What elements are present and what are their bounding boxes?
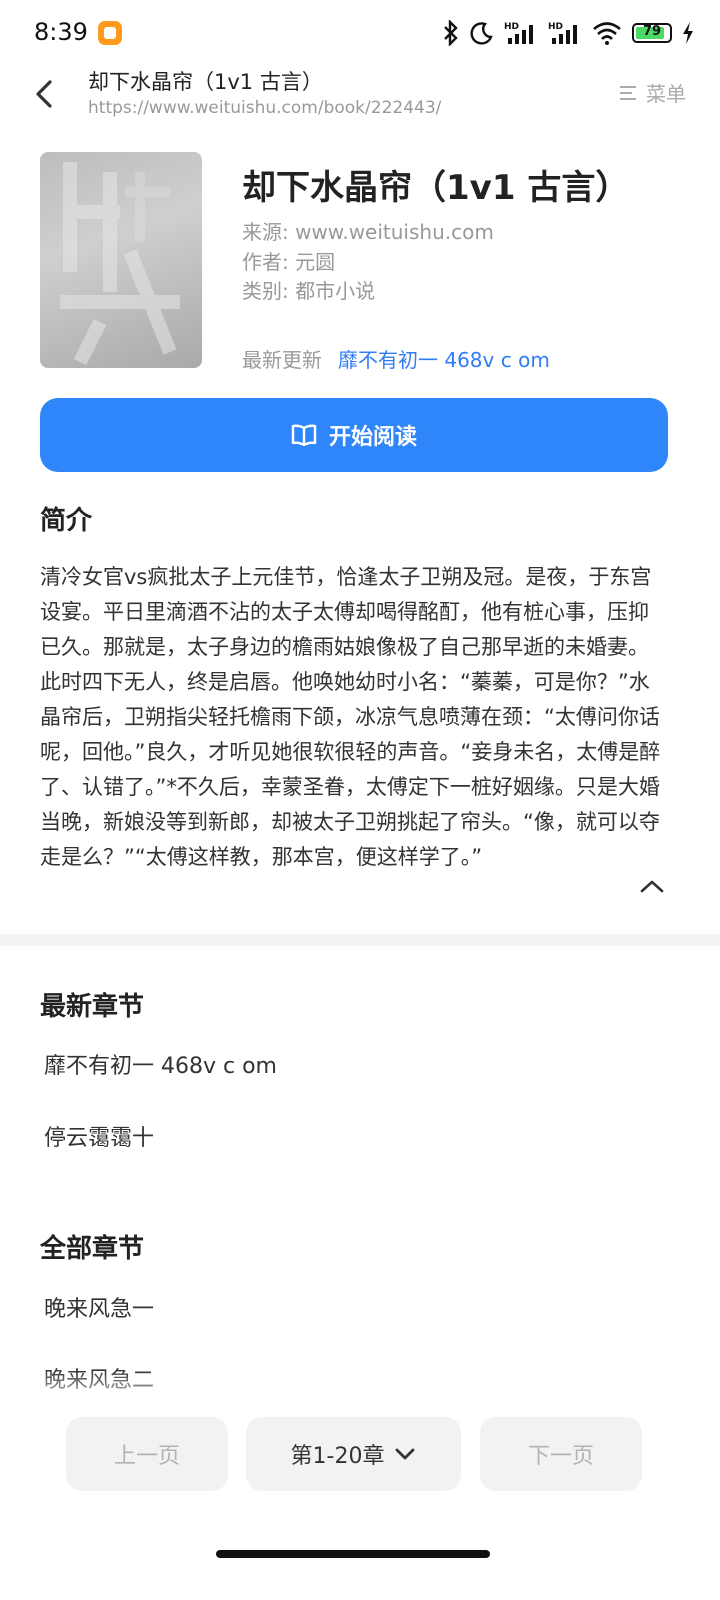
status-icons: HD HD 79: [442, 18, 694, 48]
chevron-down-icon: [396, 1448, 415, 1460]
synopsis-heading: 简介: [40, 506, 93, 536]
cover-art: [60, 162, 180, 366]
book-source: 来源: www.weituishu.com: [242, 220, 494, 244]
signal-hd-icon: HD: [504, 22, 533, 44]
book-author: 作者: 元圆: [242, 250, 336, 274]
book-category: 类别: 都市小说: [242, 279, 376, 303]
book-cover-image[interactable]: [40, 152, 202, 368]
svg-text:HD: HD: [548, 22, 563, 32]
battery-level: 79: [642, 24, 662, 39]
bluetooth-icon: [444, 20, 458, 46]
signal-hd-icon: HD: [548, 22, 577, 44]
latest-update-label: 最新更新: [242, 348, 322, 372]
status-bar: 8:39 HD HD 79: [0, 0, 720, 68]
latest-chapters-heading: 最新章节: [40, 992, 145, 1022]
menu-icon: [620, 85, 636, 100]
battery-icon: 79: [632, 23, 672, 43]
menu-label: 菜单: [646, 82, 686, 106]
chapter-item[interactable]: 晚来风急一: [44, 1291, 154, 1323]
charging-icon: [683, 22, 693, 44]
latest-chapter-item[interactable]: 停云霭霭十: [44, 1120, 154, 1152]
chevron-up-icon[interactable]: [638, 876, 666, 896]
wifi-icon: [593, 22, 621, 45]
start-reading-label: 开始阅读: [328, 425, 417, 450]
header-title: 却下水晶帘（1v1 古言）: [88, 70, 323, 94]
top-bar: 却下水晶帘（1v1 古言） https://www.weituishu.com/…: [0, 60, 720, 130]
latest-update-link[interactable]: 靡不有初一 468v c om: [338, 344, 550, 373]
start-reading-button[interactable]: 开始阅读: [40, 398, 668, 472]
chapter-range-label: 第1-20章: [290, 1444, 385, 1469]
latest-chapter-item[interactable]: 靡不有初一 468v c om: [44, 1048, 277, 1080]
status-time: 8:39: [34, 18, 88, 46]
book-title: 却下水晶帘（1v1 古言）: [242, 168, 630, 208]
menu-button[interactable]: 菜单: [620, 78, 686, 107]
svg-text:HD: HD: [504, 22, 519, 32]
moon-icon: [470, 22, 493, 45]
home-indicator[interactable]: [216, 1550, 490, 1558]
header-url[interactable]: https://www.weituishu.com/book/222443/: [88, 98, 441, 118]
back-arrow-icon[interactable]: [30, 74, 60, 114]
all-chapters-heading: 全部章节: [40, 1234, 145, 1264]
prev-page-button[interactable]: 上一页: [66, 1417, 228, 1491]
book-open-icon: [291, 424, 317, 447]
chapter-range-select[interactable]: 第1-20章: [246, 1417, 461, 1491]
next-page-button[interactable]: 下一页: [480, 1417, 642, 1491]
section-divider: [0, 934, 720, 946]
app-notification-icon: [98, 21, 122, 45]
synopsis-text: 清冷女官vs疯批太子上元佳节，恰逢太子卫朔及冠。是夜，于东宫设宴。平日里滴酒不沾…: [40, 565, 661, 869]
